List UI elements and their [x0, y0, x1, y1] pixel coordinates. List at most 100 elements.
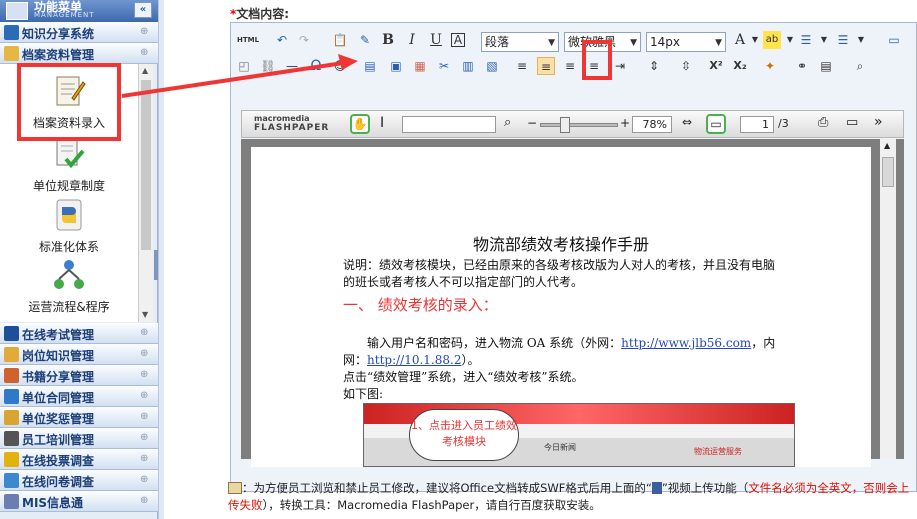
- select-value: 14px: [650, 35, 680, 49]
- zoom-slider-thumb[interactable]: [560, 117, 570, 133]
- upload-tip: ：为方便员工浏览和禁止员工修改，建议将Office文档转成SWF格式后用上面的“…: [228, 480, 917, 519]
- spacing-icon[interactable]: ⇳: [677, 57, 695, 75]
- submenu-label: 单位规章制度: [32, 179, 105, 193]
- sidebar-item-bottom[interactable]: 单位奖惩管理 ⊕: [0, 407, 158, 428]
- submenu-standardization[interactable]: 标准化体系: [0, 198, 138, 255]
- more-icon[interactable]: »: [874, 114, 883, 130]
- scroll-up-icon[interactable]: ▲: [884, 141, 890, 150]
- special-char-icon[interactable]: Ω: [307, 57, 325, 75]
- html-source-button[interactable]: HTML: [235, 31, 261, 49]
- main-content: *文档内容: HTML ↶ ↷ 📋 ✎ B I U A 段落 ▼ 微软雅黑 ▼ 14…: [228, 0, 917, 519]
- menu-icon: [4, 368, 19, 383]
- menu-header: 功能菜单 MANAGEMENT «: [0, 0, 158, 22]
- scroll-up-icon[interactable]: ▲: [142, 66, 148, 75]
- superscript-button[interactable]: X²: [707, 57, 725, 75]
- template-icon[interactable]: ▧: [483, 57, 501, 75]
- paragraph-style-select[interactable]: 段落 ▼: [481, 32, 559, 52]
- undo-icon[interactable]: ↶: [273, 31, 291, 49]
- text-select-icon[interactable]: Ⅰ: [380, 115, 384, 131]
- zoom-in-icon[interactable]: +: [620, 116, 630, 130]
- link-icon[interactable]: ⛓: [259, 57, 277, 75]
- sidebar-item-label: 单位合同管理: [22, 391, 95, 405]
- chevron-down-icon[interactable]: ▼: [852, 31, 870, 49]
- internal-link[interactable]: http://10.1.88.2: [367, 353, 461, 367]
- sidebar-item-archives[interactable]: 档案资料管理 ⊕: [0, 43, 158, 64]
- magic-wand-icon[interactable]: ✦: [761, 57, 779, 75]
- numbered-list-icon[interactable]: ☰: [834, 31, 852, 49]
- flashpaper-search-input[interactable]: [402, 116, 496, 133]
- zoom-out-icon[interactable]: −: [527, 116, 537, 130]
- document-paragraph: 输入用户名和密码，进入物流 OA 系统（外网：http://www.jlb56.…: [343, 335, 783, 369]
- submenu-scrollbar[interactable]: ▲ ▼: [138, 64, 153, 322]
- fit-width-icon[interactable]: ⇔: [682, 115, 692, 129]
- menu-icon: [4, 347, 19, 362]
- sidebar-item-bottom[interactable]: 在线问卷调查 ⊕: [0, 470, 158, 491]
- indent-icon[interactable]: ⇥: [611, 57, 629, 75]
- scroll-down-icon[interactable]: ▼: [142, 310, 148, 319]
- fullscreen-icon[interactable]: ▭: [885, 31, 903, 49]
- hand-tool-icon[interactable]: ✋: [350, 114, 370, 134]
- submenu-regulations[interactable]: 单位规章制度: [0, 137, 138, 194]
- horizontal-rule-icon[interactable]: —: [283, 57, 301, 75]
- expand-icon: ⊕: [140, 348, 149, 359]
- bullet-list-icon[interactable]: ☰: [797, 31, 815, 49]
- search-icon[interactable]: ⌕: [504, 115, 511, 130]
- scroll-thumb[interactable]: [882, 157, 894, 187]
- sidebar-item-bottom[interactable]: MIS信息通 ⊕: [0, 491, 158, 512]
- paste-icon[interactable]: 📋: [331, 31, 349, 49]
- external-link[interactable]: http://www.jlb56.com: [621, 336, 751, 350]
- print-icon[interactable]: ▤: [817, 57, 835, 75]
- format-brush-icon[interactable]: ✎: [356, 31, 374, 49]
- redo-icon[interactable]: ↷: [295, 31, 313, 49]
- submenu-processes[interactable]: 运营流程&程序: [0, 258, 138, 315]
- align-center-icon[interactable]: ≡: [561, 57, 579, 75]
- expand-icon: ⊕: [140, 390, 149, 401]
- sidebar-item-bottom[interactable]: 员工培训管理 ⊕: [0, 428, 158, 449]
- emoticon-icon[interactable]: ☺: [331, 57, 349, 75]
- sidebar-item-bottom[interactable]: 在线考试管理 ⊕: [0, 323, 158, 344]
- label-text: 文档内容:: [236, 7, 290, 21]
- screenshot-text: 物流运营服务: [694, 447, 742, 456]
- bold-button[interactable]: B: [379, 31, 397, 49]
- print-icon[interactable]: ⎙: [818, 115, 828, 130]
- anchor-icon[interactable]: ◰: [235, 57, 253, 75]
- chevron-down-icon[interactable]: ▼: [746, 31, 764, 49]
- collapse-sidebar-button[interactable]: «: [134, 2, 152, 18]
- window-icon[interactable]: ▭: [846, 115, 858, 130]
- sidebar-item-label: 档案资料管理: [22, 48, 95, 62]
- flashpaper-document-viewer[interactable]: 物流部绩效考核操作手册 说明：绩效考核模块，已经由原来的各级考核改版为人对人的考…: [241, 139, 904, 467]
- border-text-button[interactable]: A: [451, 33, 465, 47]
- preview-icon[interactable]: ⌕: [851, 57, 869, 75]
- viewer-scrollbar[interactable]: ▲: [880, 139, 896, 459]
- zoom-slider[interactable]: [540, 123, 618, 127]
- zoom-level-field[interactable]: 78%: [632, 116, 672, 133]
- sidebar-item-bottom[interactable]: 在线投票调查 ⊕: [0, 449, 158, 470]
- highlight-color-icon[interactable]: ab: [763, 31, 781, 49]
- align-justify-icon[interactable]: ≡: [537, 57, 555, 75]
- file-icon[interactable]: ▥: [459, 57, 477, 75]
- chevron-down-icon[interactable]: ▼: [815, 31, 833, 49]
- video-upload-icon[interactable]: ▤: [361, 57, 379, 75]
- find-icon[interactable]: ⚭: [793, 57, 811, 75]
- sidebar-item-bottom[interactable]: 书籍分享管理 ⊕: [0, 365, 158, 386]
- align-left-icon[interactable]: ≡: [513, 57, 531, 75]
- splitter[interactable]: [158, 0, 164, 519]
- underline-button[interactable]: U: [427, 31, 445, 49]
- callout-bubble: 1、点击进入员工绩效考核模块: [409, 409, 519, 461]
- font-size-select[interactable]: 14px ▼: [646, 32, 726, 52]
- sidebar-item-label: 单位奖惩管理: [22, 412, 95, 426]
- italic-button[interactable]: I: [403, 31, 421, 49]
- attachment-icon[interactable]: ✂: [435, 57, 453, 75]
- line-height-icon[interactable]: ⇕: [645, 57, 663, 75]
- scroll-thumb[interactable]: [141, 80, 151, 250]
- sidebar-item-bottom[interactable]: 岗位知识管理 ⊕: [0, 344, 158, 365]
- page-number-field[interactable]: 1: [740, 116, 774, 133]
- sidebar-item-knowledge[interactable]: 知识分享系统 ⊕: [0, 22, 158, 43]
- sidebar-item-label: 知识分享系统: [22, 27, 95, 41]
- image-gallery-icon[interactable]: ▦: [411, 57, 429, 75]
- sidebar-item-bottom[interactable]: 单位合同管理 ⊕: [0, 386, 158, 407]
- info-book-icon: [228, 482, 242, 494]
- insert-image-icon[interactable]: ▣: [387, 57, 405, 75]
- subscript-button[interactable]: X₂: [731, 57, 749, 75]
- fit-page-icon[interactable]: ▭: [706, 114, 726, 134]
